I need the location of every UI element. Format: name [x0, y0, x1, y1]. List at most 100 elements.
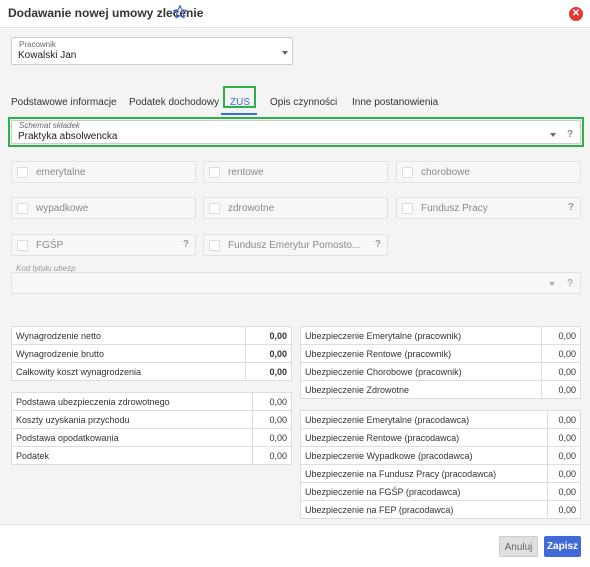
row-value: 0,00 [547, 410, 581, 429]
checkbox-label: emerytalne [36, 167, 86, 178]
dialog-body: Pracownik Kowalski Jan Podstawowe inform… [0, 29, 590, 524]
checkbox-fep[interactable]: Fundusz Emerytur Pomosto... ? [203, 234, 388, 256]
row-label: Ubezpieczenie Rentowe (pracownik) [299, 344, 543, 363]
row-label: Koszty uzyskania przychodu [11, 410, 253, 429]
table-row: Ubezpieczenie Emerytalne (pracownik) 0,0… [299, 326, 581, 345]
table-row: Podstawa opodatkowania 0,00 [11, 428, 293, 447]
checkbox-fgsp[interactable]: FGŚP ? [11, 234, 196, 256]
employee-select[interactable]: Pracownik Kowalski Jan [11, 37, 293, 65]
row-label: Ubezpieczenie Wypadkowe (pracodawca) [299, 446, 549, 465]
checkbox-label: FGŚP [36, 240, 64, 251]
tab-inne[interactable]: Inne postanowienia [352, 97, 438, 108]
row-label: Ubezpieczenie na FGŚP (pracodawca) [299, 482, 549, 501]
checkbox-box[interactable] [402, 203, 413, 214]
row-label: Ubezpieczenie na Fundusz Pracy (pracodaw… [299, 464, 549, 483]
checkbox-box[interactable] [402, 167, 413, 178]
table-row: Wynagrodzenie netto 0,00 [11, 326, 293, 345]
help-icon[interactable]: ? [375, 239, 381, 250]
favorite-star-icon[interactable] [172, 4, 188, 20]
row-label: Podatek [11, 446, 253, 465]
checkbox-rentowe[interactable]: rentowe [203, 161, 388, 183]
row-label: Ubezpieczenie Rentowe (pracodawca) [299, 428, 549, 447]
checkbox-emerytalne[interactable]: emerytalne [11, 161, 196, 183]
table-row: Koszty uzyskania przychodu 0,00 [11, 410, 293, 429]
help-icon[interactable]: ? [568, 202, 574, 213]
tab-podstawowe[interactable]: Podstawowe informacje [11, 97, 117, 108]
row-value: 0,00 [251, 428, 293, 447]
tab-bar: Podstawowe informacje Podatek dochodowy … [0, 93, 590, 115]
table-row: Podatek 0,00 [11, 446, 293, 465]
table-row: Ubezpieczenie Zdrowotne 0,00 [299, 380, 581, 399]
row-value: 0,00 [244, 326, 293, 345]
help-icon[interactable]: ? [183, 239, 189, 250]
checkbox-box[interactable] [209, 203, 220, 214]
row-value: 0,00 [547, 428, 581, 447]
checkbox-box[interactable] [17, 203, 28, 214]
checkbox-label: wypadkowe [36, 203, 89, 214]
row-value: 0,00 [251, 446, 293, 465]
row-label: Wynagrodzenie brutto [11, 344, 246, 363]
checkbox-label: Fundusz Pracy [421, 203, 488, 214]
table-row: Ubezpieczenie na FGŚP (pracodawca) 0,00 [299, 482, 581, 501]
checkbox-label: zdrowotne [228, 203, 275, 214]
employee-label: Pracownik [19, 40, 56, 49]
row-value: 0,00 [244, 344, 293, 363]
table-row: Ubezpieczenie na Fundusz Pracy (pracodaw… [299, 464, 581, 483]
row-label: Ubezpieczenie Zdrowotne [299, 380, 543, 399]
summary-table-left-2: Podstawa ubezpieczenia zdrowotnego 0,00 … [11, 392, 293, 465]
chevron-down-icon [282, 51, 288, 55]
row-value: 0,00 [541, 362, 581, 381]
row-value: 0,00 [541, 326, 581, 345]
checkbox-chorobowe[interactable]: chorobowe [396, 161, 581, 183]
checkbox-box[interactable] [209, 240, 220, 251]
dialog-footer: Anuluj Zapisz [0, 524, 590, 567]
save-button[interactable]: Zapisz [544, 536, 581, 557]
row-label: Ubezpieczenie Chorobowe (pracownik) [299, 362, 543, 381]
checkbox-fundusz-pracy[interactable]: Fundusz Pracy ? [396, 197, 581, 219]
checkbox-label: Fundusz Emerytur Pomosto... [228, 240, 361, 251]
employee-value: Kowalski Jan [18, 50, 77, 61]
summary-table-left-1: Wynagrodzenie netto 0,00 Wynagrodzenie b… [11, 326, 293, 381]
table-row: Ubezpieczenie Emerytalne (pracodawca) 0,… [299, 410, 581, 429]
checkbox-box[interactable] [209, 167, 220, 178]
row-label: Ubezpieczenie Emerytalne (pracownik) [299, 326, 543, 345]
table-row: Ubezpieczenie Rentowe (pracownik) 0,00 [299, 344, 581, 363]
active-tab-underline [221, 113, 257, 115]
kod-select[interactable]: ? [11, 272, 581, 294]
checkbox-box[interactable] [17, 167, 28, 178]
table-row: Ubezpieczenie Rentowe (pracodawca) 0,00 [299, 428, 581, 447]
chevron-down-icon [549, 282, 555, 286]
tab-opis[interactable]: Opis czynności [270, 97, 337, 108]
row-value: 0,00 [547, 500, 581, 519]
row-label: Podstawa opodatkowania [11, 428, 253, 447]
table-row: Całkowity koszt wynagrodzenia 0,00 [11, 362, 293, 381]
schema-highlight [8, 117, 584, 147]
row-value: 0,00 [547, 482, 581, 501]
checkbox-label: rentowe [228, 167, 264, 178]
row-value: 0,00 [547, 464, 581, 483]
tab-podatek[interactable]: Podatek dochodowy [129, 97, 219, 108]
checkbox-wypadkowe[interactable]: wypadkowe [11, 197, 196, 219]
row-value: 0,00 [541, 380, 581, 399]
row-label: Wynagrodzenie netto [11, 326, 246, 345]
row-label: Ubezpieczenie Emerytalne (pracodawca) [299, 410, 549, 429]
help-icon[interactable]: ? [567, 278, 573, 289]
row-label: Całkowity koszt wynagrodzenia [11, 362, 246, 381]
table-row: Ubezpieczenie Wypadkowe (pracodawca) 0,0… [299, 446, 581, 465]
table-row: Podstawa ubezpieczenia zdrowotnego 0,00 [11, 392, 293, 411]
table-row: Wynagrodzenie brutto 0,00 [11, 344, 293, 363]
dialog-header: Dodawanie nowej umowy zlecenie ✕ [0, 0, 590, 28]
table-row: Ubezpieczenie Chorobowe (pracownik) 0,00 [299, 362, 581, 381]
cancel-button[interactable]: Anuluj [499, 536, 538, 557]
checkbox-box[interactable] [17, 240, 28, 251]
table-row: Ubezpieczenie na FEP (pracodawca) 0,00 [299, 500, 581, 519]
checkbox-label: chorobowe [421, 167, 470, 178]
row-value: 0,00 [251, 410, 293, 429]
summary-table-right-2: Ubezpieczenie Emerytalne (pracodawca) 0,… [299, 410, 581, 519]
row-value: 0,00 [251, 392, 293, 411]
row-label: Ubezpieczenie na FEP (pracodawca) [299, 500, 549, 519]
row-label: Podstawa ubezpieczenia zdrowotnego [11, 392, 253, 411]
row-value: 0,00 [541, 344, 581, 363]
close-icon[interactable]: ✕ [569, 7, 583, 21]
checkbox-zdrowotne[interactable]: zdrowotne [203, 197, 388, 219]
